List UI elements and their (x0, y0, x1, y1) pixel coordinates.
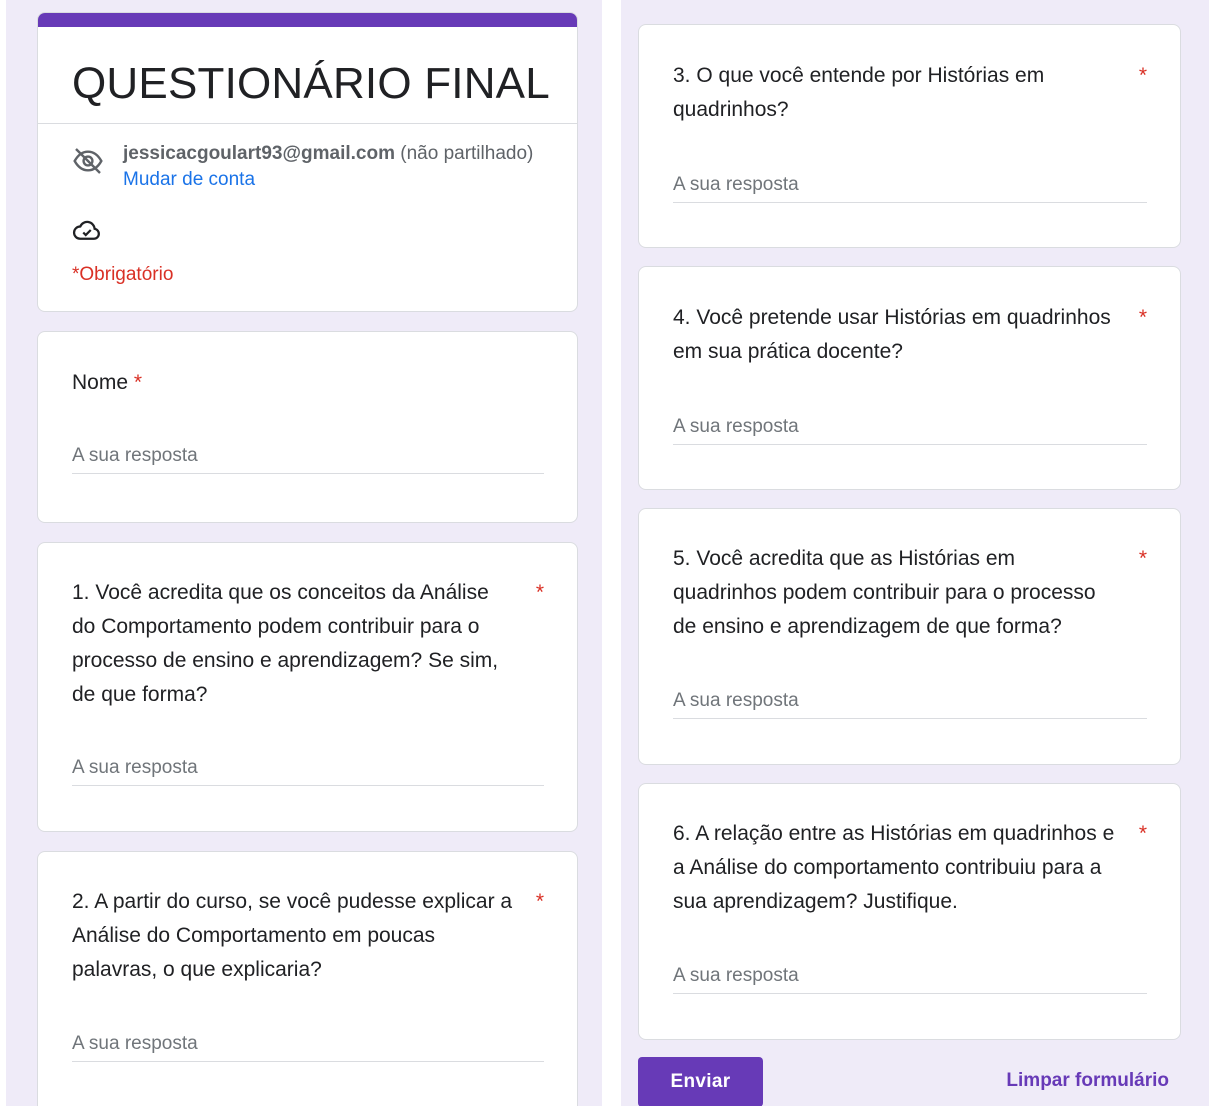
question-card-5: 5. Você acredita que as Histórias em qua… (638, 508, 1181, 765)
required-note: *Obrigatório (72, 264, 174, 285)
question-label: 2. A partir do curso, se você pudesse ex… (72, 890, 513, 981)
question-label: 1. Você acredita que os conceitos da Aná… (72, 581, 499, 706)
question-label: 3. O que você entende por Histórias em q… (673, 64, 1045, 121)
answer-input-1[interactable] (72, 750, 544, 786)
question-card-2: 2. A partir do curso, se você pudesse ex… (37, 851, 578, 1106)
answer-input-nome[interactable] (72, 438, 544, 474)
eye-off-icon (73, 148, 103, 174)
form-title: QUESTIONÁRIO FINAL (72, 59, 550, 108)
question-card-6: 6. A relação entre as Histórias em quadr… (638, 783, 1181, 1040)
question-card-4: 4. Você pretende usar Histórias em quadr… (638, 266, 1181, 490)
question-card-nome: Nome * (37, 331, 578, 523)
not-shared-note: (não partilhado) (400, 143, 534, 164)
answer-input-2[interactable] (72, 1026, 544, 1062)
left-form-pane: QUESTIONÁRIO FINAL jessicacgoulart93@gma… (6, 0, 602, 1106)
question-label: 5. Você acredita que as Histórias em qua… (673, 547, 1096, 638)
answer-input-5[interactable] (673, 683, 1147, 719)
question-label: 6. A relação entre as Histórias em quadr… (673, 822, 1115, 913)
question-label: Nome * (72, 371, 143, 394)
required-asterisk: * (535, 890, 544, 913)
required-asterisk: * (1138, 822, 1147, 845)
submit-button[interactable]: Enviar (638, 1057, 763, 1106)
account-email: jessicacgoulart93@gmail.com (123, 143, 395, 164)
header-divider (38, 123, 577, 124)
question-label: 4. Você pretende usar Histórias em quadr… (673, 306, 1111, 363)
switch-account-link[interactable]: Mudar de conta (123, 169, 255, 191)
accent-bar (38, 13, 577, 27)
required-asterisk: * (1138, 64, 1147, 87)
question-card-3: 3. O que você entende por Histórias em q… (638, 24, 1181, 248)
right-form-pane: 3. O que você entende por Histórias em q… (621, 0, 1209, 1106)
account-info: jessicacgoulart93@gmail.com (não partilh… (123, 141, 533, 167)
required-asterisk: * (535, 581, 544, 604)
required-asterisk: * (1138, 547, 1147, 570)
required-asterisk: * (1138, 306, 1147, 329)
answer-input-4[interactable] (673, 409, 1147, 445)
cloud-check-icon (72, 220, 100, 240)
form-header-card: QUESTIONÁRIO FINAL jessicacgoulart93@gma… (37, 12, 578, 312)
answer-input-3[interactable] (673, 167, 1147, 203)
clear-form-button[interactable]: Limpar formulário (1006, 1070, 1169, 1092)
question-card-1: 1. Você acredita que os conceitos da Aná… (37, 542, 578, 832)
answer-input-6[interactable] (673, 958, 1147, 994)
required-asterisk: * (133, 371, 143, 394)
